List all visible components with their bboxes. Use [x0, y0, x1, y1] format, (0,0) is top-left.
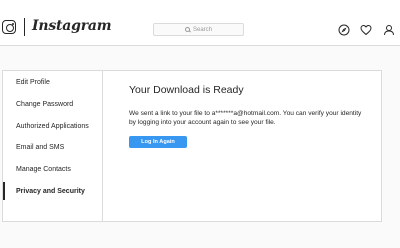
sidebar-item-privacy-and-security[interactable]: Privacy and Security: [3, 182, 102, 200]
search-icon: [184, 27, 190, 32]
search-placeholder: Search: [192, 26, 212, 33]
logo-divider: [24, 18, 25, 36]
settings-card: Edit Profile Change Password Authorized …: [2, 70, 382, 222]
top-navigation-bar: Instagram Search: [0, 0, 400, 46]
sidebar-item-email-and-sms[interactable]: Email and SMS: [3, 138, 102, 156]
settings-sidebar: Edit Profile Change Password Authorized …: [3, 71, 103, 221]
instagram-glyph-icon[interactable]: [2, 20, 16, 34]
sidebar-item-edit-profile[interactable]: Edit Profile: [3, 73, 102, 91]
sidebar-item-manage-contacts[interactable]: Manage Contacts: [3, 160, 102, 178]
search-input[interactable]: Search: [153, 23, 244, 36]
page-title: Your Download is Ready: [129, 84, 244, 96]
sidebar-item-change-password[interactable]: Change Password: [3, 95, 102, 113]
activity-heart-icon[interactable]: [360, 24, 372, 36]
log-in-again-button[interactable]: Log In Again: [129, 136, 187, 149]
explore-compass-icon[interactable]: [338, 24, 350, 36]
main-content: Your Download is Ready We sent a link to…: [129, 83, 374, 149]
download-message: We sent a link to your file to a*******a…: [129, 110, 362, 126]
instagram-wordmark[interactable]: Instagram: [32, 18, 112, 34]
profile-user-icon[interactable]: [383, 24, 395, 36]
sidebar-item-authorized-applications[interactable]: Authorized Applications: [3, 117, 102, 135]
